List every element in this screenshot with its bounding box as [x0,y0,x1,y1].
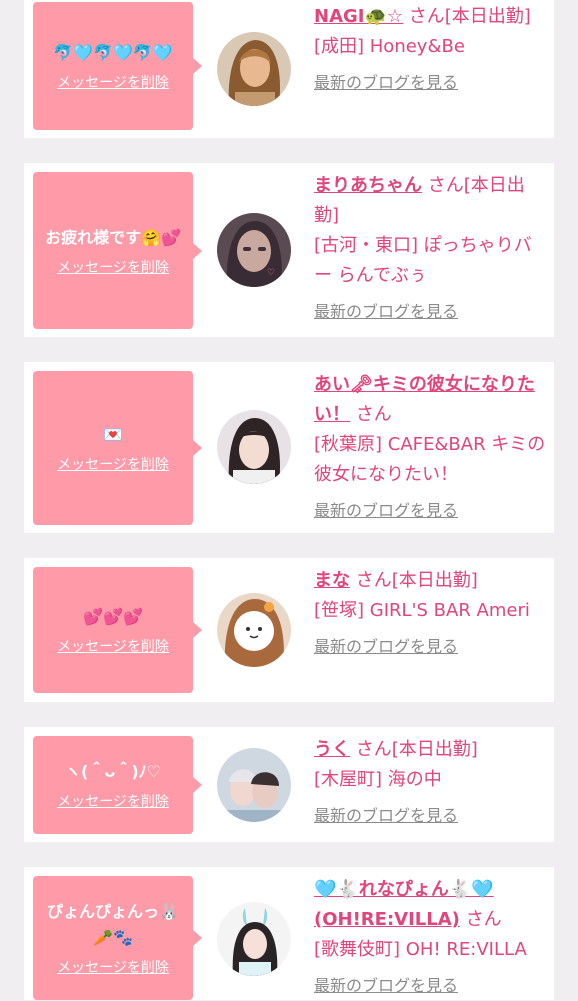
cast-info: まな さん[本日出勤] [笹塚] GIRL'S BAR Ameri 最新のブログ… [314,566,546,662]
message-card: 💌 メッセージを削除 あい🗝キミの彼女になりたい！ さん [秋葉原] CAFE&… [24,362,554,533]
message-list: 🐬🩵🐬🩵🐬🩵 メッセージを削除 NAGI🐢☆ さん[本日出勤] [成田] Hon… [0,0,578,1000]
cast-name-link[interactable]: まりあちゃん [314,175,422,196]
delete-message-link[interactable]: メッセージを削除 [57,636,169,656]
latest-blog-link[interactable]: 最新のブログを見る [314,496,458,526]
avatar-woman-stamp-icon: ♡ [217,213,291,287]
status-text: さん[本日出勤] [355,739,478,760]
cast-info: まりあちゃん さん[本日出勤] [古河・東口] ぽっちゃりバー らんでぶぅ 最新… [314,171,546,327]
shop-text: [歌舞伎町] OH! RE:VILLA [314,939,527,960]
cast-info: うく さん[本日出勤] [木屋町] 海の中 最新のブログを見る [314,735,546,831]
message-bubble: ぴょんぴょんっ🐰🥕🐾 メッセージを削除 [33,876,202,1000]
message-text: 💕💕💕 [83,607,143,626]
svg-text:♡: ♡ [267,268,275,278]
message-text: お疲れ様です🤗💕 [45,227,181,247]
cast-info: NAGI🐢☆ さん[本日出勤] [成田] Honey&Be 最新のブログを見る [314,2,546,98]
message-card: お疲れ様です🤗💕 メッセージを削除 ♡ まりあちゃん さん[本日出勤] [古河・… [24,163,554,337]
shop-text: [成田] Honey&Be [314,36,465,57]
delete-message-link[interactable]: メッセージを削除 [57,454,169,474]
delete-message-link[interactable]: メッセージを削除 [57,957,169,977]
message-card: ヽ(＾ᴗ＾)ﾉ♡ メッセージを削除 うく さん[本日出勤] [木屋町] 海の中 … [24,727,554,842]
delete-message-link[interactable]: メッセージを削除 [57,791,169,811]
status-text: さん[本日出勤] [408,6,531,27]
latest-blog-link[interactable]: 最新のブログを見る [314,971,458,1001]
message-card: 💕💕💕 メッセージを削除 まな さん[本日出勤] [笹塚] GIRL'S BAR… [24,558,554,702]
message-bubble: お疲れ様です🤗💕 メッセージを削除 [33,172,202,329]
message-bubble: 💌 メッセージを削除 [33,371,202,525]
message-card: 🐬🩵🐬🩵🐬🩵 メッセージを削除 NAGI🐢☆ さん[本日出勤] [成田] Hon… [24,0,554,138]
latest-blog-link[interactable]: 最新のブログを見る [314,297,458,327]
latest-blog-link[interactable]: 最新のブログを見る [314,68,458,98]
avatar-face-sticker-icon [217,593,291,667]
message-bubble: 💕💕💕 メッセージを削除 [33,567,202,693]
avatar[interactable] [217,593,291,667]
cast-info: あい🗝キミの彼女になりたい！ さん [秋葉原] CAFE&BAR キミの彼女にな… [314,370,546,526]
message-text: ヽ(＾ᴗ＾)ﾉ♡ [65,762,161,781]
status-text: さん [465,909,502,930]
cast-info: 🩵🐇れなぴょん🐇🩵(OH!RE:VILLA) さん [歌舞伎町] OH! RE:… [314,875,546,1001]
cast-name-link[interactable]: NAGI🐢☆ [314,6,403,27]
avatar[interactable] [217,902,291,976]
shop-text: [古河・東口] ぽっちゃりバー らんでぶぅ [314,235,532,286]
cast-name-link[interactable]: まな [314,570,350,591]
avatar[interactable] [217,748,291,822]
avatar-woman-bunny-icon [217,902,291,976]
avatar[interactable] [217,410,291,484]
status-text: さん[本日出勤] [355,570,478,591]
message-card: ぴょんぴょんっ🐰🥕🐾 メッセージを削除 🩵🐇れなぴょん🐇🩵(OH!RE:VILL… [24,867,554,1000]
message-text: 💌 [103,425,123,444]
message-text: 🐬🩵🐬🩵🐬🩵 [53,43,173,62]
shop-text: [木屋町] 海の中 [314,769,442,790]
avatar-woman-bangs-icon [217,410,291,484]
delete-message-link[interactable]: メッセージを削除 [57,257,169,277]
cast-name-link[interactable]: あい🗝キミの彼女になりたい！ [314,374,535,425]
avatar[interactable] [217,32,291,106]
message-text: ぴょんぴょんっ🐰🥕🐾 [47,902,179,947]
cast-name-link[interactable]: うく [314,739,350,760]
delete-message-link[interactable]: メッセージを削除 [57,72,169,92]
latest-blog-link[interactable]: 最新のブログを見る [314,801,458,831]
avatar-woman-duo-icon [217,748,291,822]
avatar[interactable]: ♡ [217,213,291,287]
shop-text: [秋葉原] CAFE&BAR キミの彼女になりたい！ [314,434,546,485]
latest-blog-link[interactable]: 最新のブログを見る [314,632,458,662]
status-text: さん [355,404,392,425]
avatar-woman-blonde-icon [217,32,291,106]
message-bubble: 🐬🩵🐬🩵🐬🩵 メッセージを削除 [33,2,202,130]
shop-text: [笹塚] GIRL'S BAR Ameri [314,600,530,621]
message-bubble: ヽ(＾ᴗ＾)ﾉ♡ メッセージを削除 [33,736,202,834]
